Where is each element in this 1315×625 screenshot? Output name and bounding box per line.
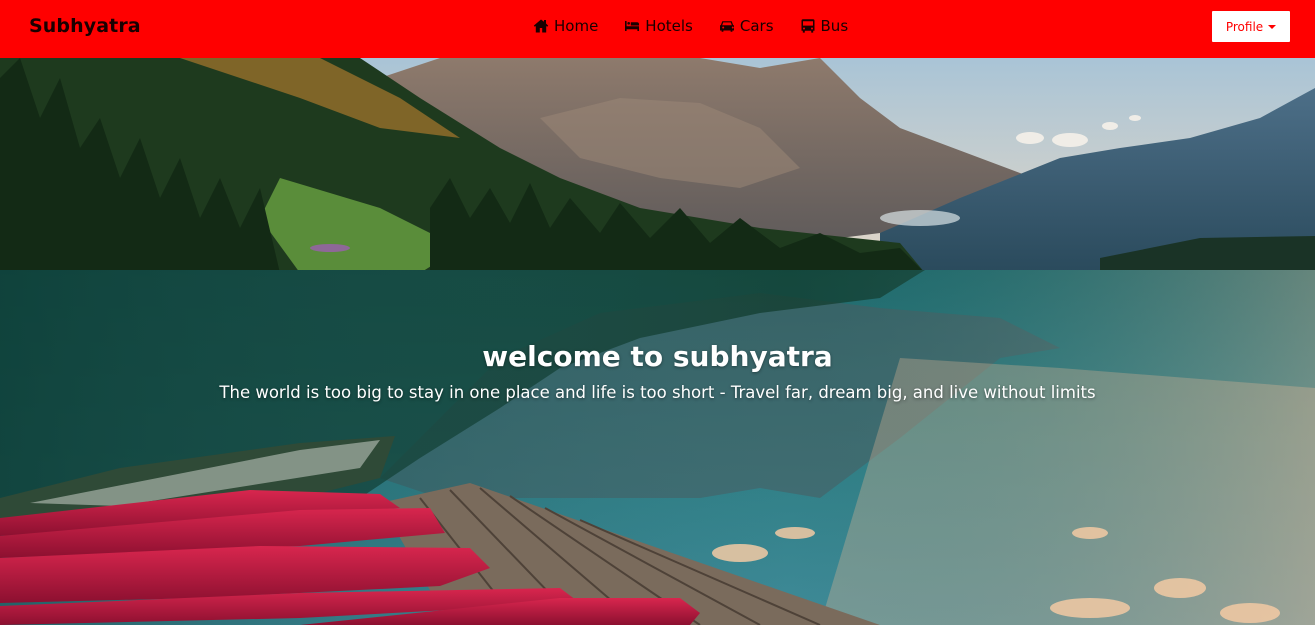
nav-links: Home Hotels Cars Bus <box>533 17 848 35</box>
home-icon <box>533 19 549 33</box>
nav-item-cars[interactable]: Cars <box>719 17 774 35</box>
bus-icon <box>801 19 815 33</box>
nav-item-label: Home <box>554 17 599 35</box>
nav-item-label: Bus <box>820 17 849 35</box>
brand-logo[interactable]: Subhyatra <box>29 15 141 37</box>
nav-item-label: Hotels <box>645 17 693 35</box>
profile-dropdown-button[interactable]: Profile <box>1212 11 1290 42</box>
nav-item-bus[interactable]: Bus <box>800 17 849 35</box>
nav-item-home[interactable]: Home <box>533 17 598 35</box>
caret-down-icon <box>1268 24 1277 29</box>
hero-title: welcome to subhyatra <box>482 340 833 373</box>
car-icon <box>719 21 734 32</box>
hero-text-block: welcome to subhyatra The world is too bi… <box>0 340 1315 402</box>
hero-banner: welcome to subhyatra The world is too bi… <box>0 58 1315 625</box>
bed-icon <box>625 21 640 31</box>
top-navbar: Subhyatra Home Hotels Cars Bus Profile <box>0 0 1315 58</box>
profile-label: Profile <box>1225 19 1264 34</box>
nav-item-hotels[interactable]: Hotels <box>624 17 693 35</box>
nav-item-label: Cars <box>739 17 774 35</box>
hero-subtitle: The world is too big to stay in one plac… <box>219 383 1096 402</box>
